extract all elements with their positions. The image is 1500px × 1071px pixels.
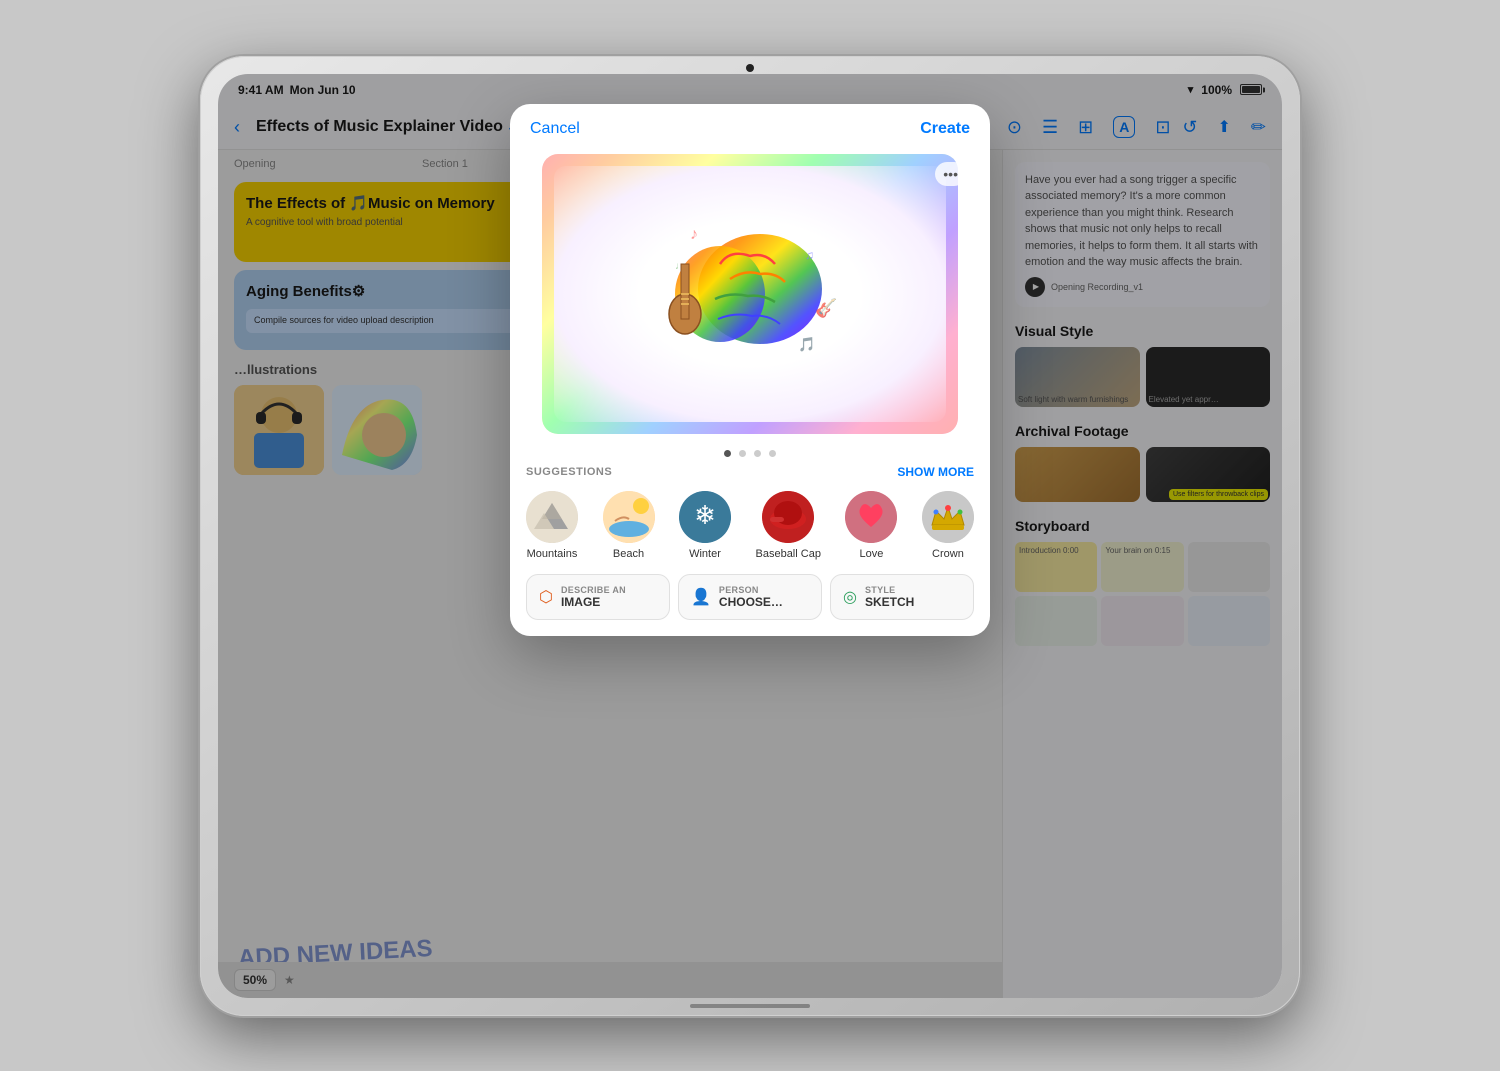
suggestions-label: SUGGESTIONS xyxy=(526,466,612,478)
show-more-button[interactable]: SHOW MORE xyxy=(897,465,974,479)
suggestions-header: SUGGESTIONS SHOW MORE xyxy=(526,465,974,479)
love-label: Love xyxy=(860,548,884,560)
person-icon: 👤 xyxy=(691,587,711,607)
style-sketch-button[interactable]: ◎ STYLE SKETCH xyxy=(830,574,974,620)
describe-image-text: DESCRIBE AN IMAGE xyxy=(561,585,626,609)
dot-3 xyxy=(754,450,761,457)
action-buttons-row: ⬡ DESCRIBE AN IMAGE 👤 PERSON CHOOSE… xyxy=(526,574,974,620)
svg-text:❄: ❄ xyxy=(694,500,716,530)
modal-header: Cancel Create xyxy=(510,104,990,138)
suggestion-baseball-cap[interactable]: Baseball Cap xyxy=(756,491,821,560)
more-options-button[interactable]: ••• xyxy=(935,162,966,186)
suggestion-mountains[interactable]: Mountains xyxy=(526,491,578,560)
create-button[interactable]: Create xyxy=(920,120,970,138)
suggestion-winter[interactable]: ❄ Winter xyxy=(679,491,731,560)
baseball-cap-label: Baseball Cap xyxy=(756,548,821,560)
describe-image-icon: ⬡ xyxy=(539,587,553,607)
describe-image-label: DESCRIBE AN xyxy=(561,585,626,595)
suggestion-beach[interactable]: Beach xyxy=(603,491,655,560)
suggestions-grid: Mountains Beach xyxy=(526,491,974,560)
modal-image-inner: ♪ ♫ ♩ 🎸 🎵 xyxy=(554,166,946,422)
more-dots-icon: ••• xyxy=(943,166,958,182)
svg-text:♫: ♫ xyxy=(805,248,814,262)
svg-text:🎸: 🎸 xyxy=(815,297,837,319)
svg-text:♩: ♩ xyxy=(675,261,685,272)
svg-text:♪: ♪ xyxy=(690,226,698,243)
winter-label: Winter xyxy=(689,548,721,560)
modal-image-area: ♪ ♫ ♩ 🎸 🎵 xyxy=(542,154,958,434)
style-icon: ◎ xyxy=(843,587,857,607)
home-indicator xyxy=(690,1004,810,1008)
modal-image-container: ♪ ♫ ♩ 🎸 🎵 ••• xyxy=(526,154,974,434)
beach-label: Beach xyxy=(613,548,644,560)
person-choose-button[interactable]: 👤 PERSON CHOOSE… xyxy=(678,574,822,620)
crown-icon xyxy=(922,491,974,543)
style-sketch-label: STYLE xyxy=(865,585,914,595)
suggestion-crown[interactable]: Crown xyxy=(922,491,974,560)
camera-dot xyxy=(746,64,754,72)
suggestions-area: SUGGESTIONS SHOW MORE xyxy=(510,465,990,636)
image-generation-modal: Cancel Create xyxy=(510,104,990,636)
person-choose-value: CHOOSE… xyxy=(719,595,783,609)
winter-icon: ❄ xyxy=(679,491,731,543)
dot-1 xyxy=(724,450,731,457)
beach-icon xyxy=(603,491,655,543)
modal-overlay: Cancel Create xyxy=(218,74,1282,998)
love-icon xyxy=(845,491,897,543)
ipad-screen: 9:41 AM Mon Jun 10 ▾ 100% ‹ Effects of M… xyxy=(218,74,1282,998)
person-choose-text: PERSON CHOOSE… xyxy=(719,585,783,609)
person-choose-label: PERSON xyxy=(719,585,783,595)
svg-text:🎵: 🎵 xyxy=(798,336,815,352)
dot-2 xyxy=(739,450,746,457)
brain-illustration: ♪ ♫ ♩ 🎸 🎵 xyxy=(630,184,870,404)
cancel-button[interactable]: Cancel xyxy=(530,120,580,138)
baseball-cap-icon xyxy=(762,491,814,543)
mountains-icon xyxy=(526,491,578,543)
modal-pagination-dots xyxy=(510,450,990,457)
style-sketch-value: SKETCH xyxy=(865,595,914,609)
ipad-device: 9:41 AM Mon Jun 10 ▾ 100% ‹ Effects of M… xyxy=(200,56,1300,1016)
mountains-label: Mountains xyxy=(527,548,578,560)
suggestion-love[interactable]: Love xyxy=(845,491,897,560)
dot-4 xyxy=(769,450,776,457)
style-sketch-text: STYLE SKETCH xyxy=(865,585,914,609)
describe-image-value: IMAGE xyxy=(561,595,626,609)
crown-label: Crown xyxy=(932,548,964,560)
describe-image-button[interactable]: ⬡ DESCRIBE AN IMAGE xyxy=(526,574,670,620)
